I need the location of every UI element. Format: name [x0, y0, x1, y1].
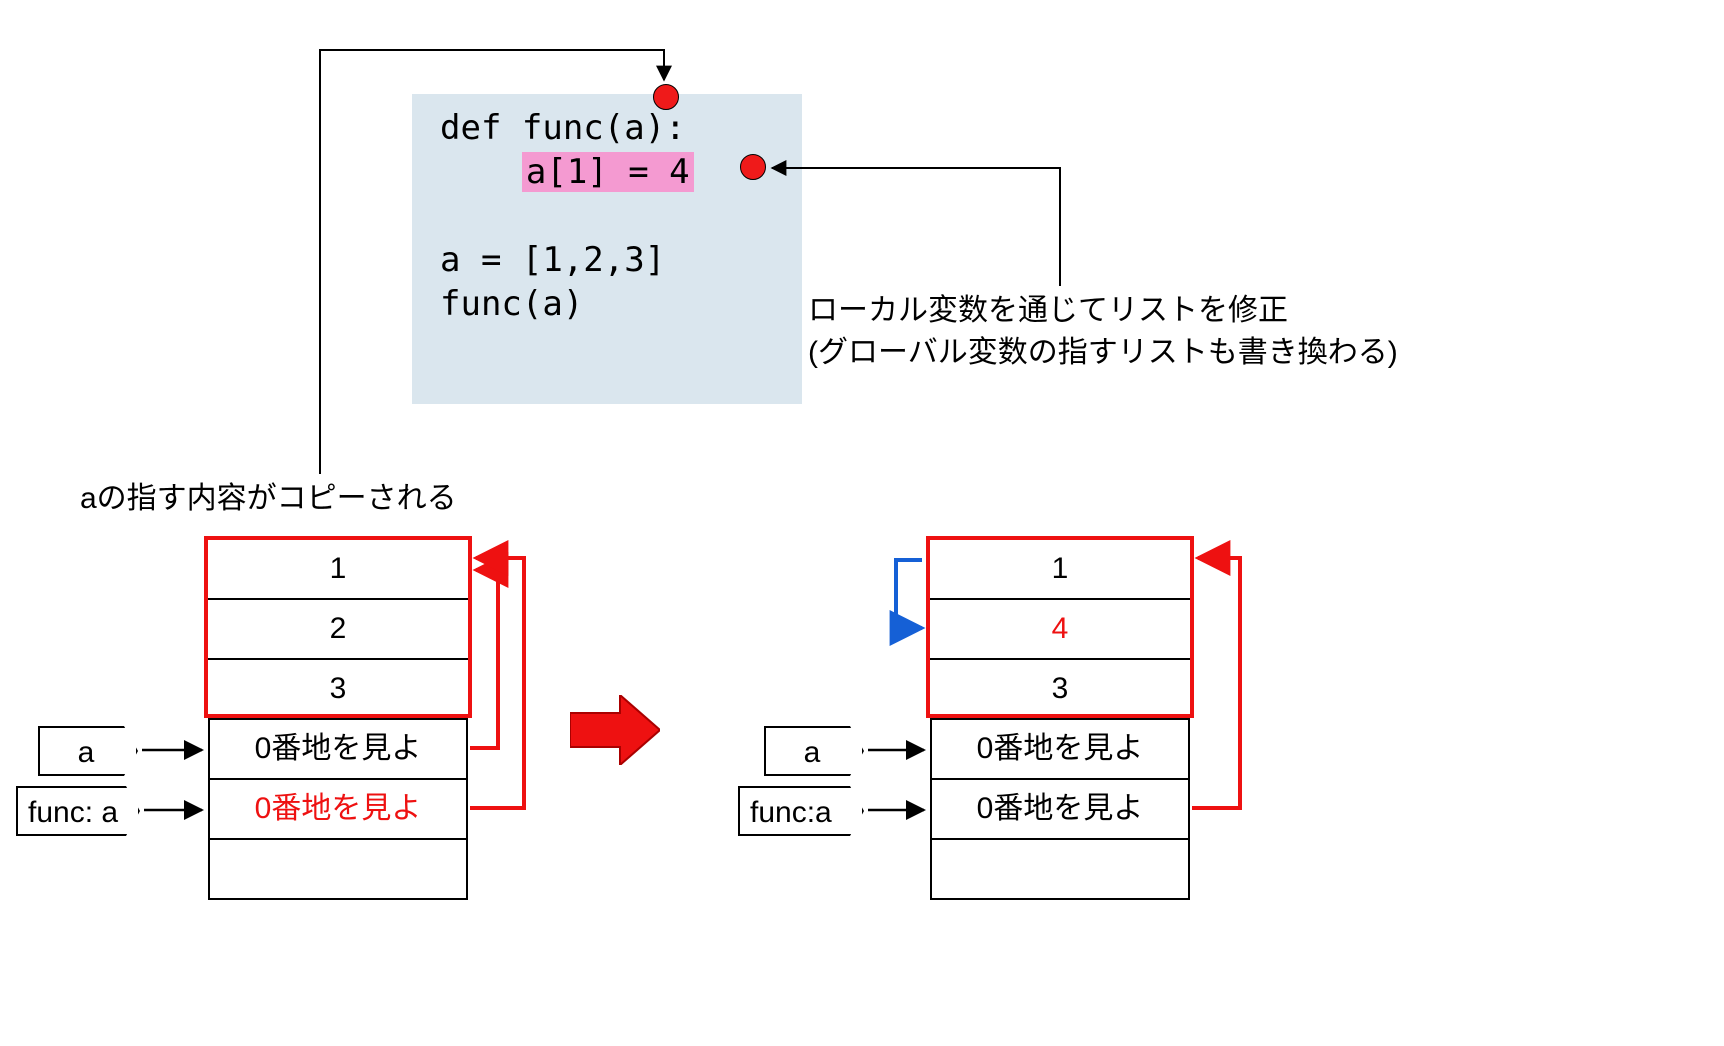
- left-list-1: 2: [208, 600, 468, 660]
- right-caption: ローカル変数を通じてリストを修正 (グローバル変数の指すリストも書き換わる): [808, 290, 1448, 374]
- left-list-0: 1: [208, 540, 468, 600]
- left-list-2: 3: [208, 660, 468, 718]
- diagram-root: def func(a): a[1] = 4 a = [1,2,3] func(a…: [0, 0, 1724, 1046]
- mutation-dot-icon: [740, 154, 766, 180]
- right-var-a-tag: a: [764, 726, 864, 776]
- right-slot-2: [932, 838, 1188, 898]
- right-list-0: 1: [930, 540, 1190, 600]
- left-var-a-tag: a: [38, 726, 138, 776]
- transition-arrow-icon: [570, 695, 660, 765]
- left-slot-2: [210, 838, 466, 898]
- left-caption: aの指す内容がコピーされる: [80, 478, 457, 520]
- left-var-func-a-tag: func: a: [16, 786, 140, 836]
- right-list-2: 3: [930, 660, 1190, 718]
- right-slot-1: 0番地を見よ: [932, 778, 1188, 838]
- left-slot-0: 0番地を見よ: [210, 718, 466, 778]
- code-line-1: def func(a):: [440, 108, 686, 148]
- param-dot-icon: [653, 84, 679, 110]
- right-list-1: 4: [930, 600, 1190, 660]
- code-line-2-highlight: a[1] = 4: [522, 152, 694, 192]
- right-list-box: 1 4 3: [926, 536, 1194, 718]
- code-block: def func(a): a[1] = 4 a = [1,2,3] func(a…: [412, 94, 802, 404]
- left-memory: 0番地を見よ 0番地を見よ: [208, 718, 468, 900]
- right-slot-0: 0番地を見よ: [932, 718, 1188, 778]
- right-memory: 0番地を見よ 0番地を見よ: [930, 718, 1190, 900]
- left-list-box: 1 2 3: [204, 536, 472, 718]
- left-slot-1: 0番地を見よ: [210, 778, 466, 838]
- code-line-4: a = [1,2,3]: [440, 240, 665, 280]
- right-var-func-a-tag: func:a: [738, 786, 864, 836]
- code-line-5: func(a): [440, 284, 583, 324]
